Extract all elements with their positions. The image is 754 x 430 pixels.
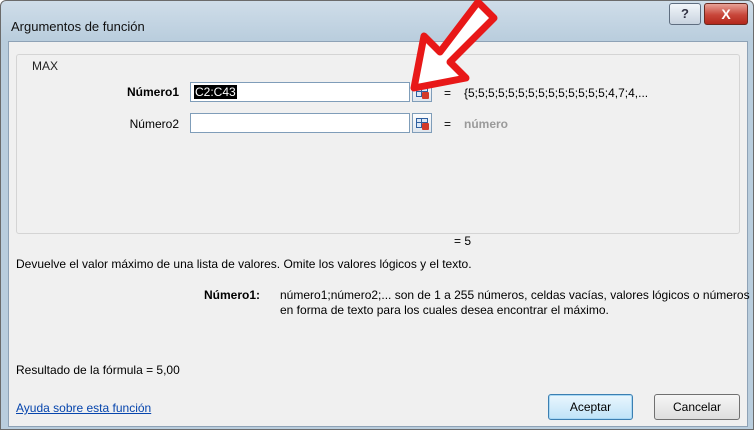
help-button[interactable]: ? (669, 3, 701, 25)
range-select-icon-marker (422, 123, 429, 130)
function-result: = 5 (454, 234, 472, 248)
close-button[interactable]: X (704, 3, 748, 25)
title-bar[interactable]: Argumentos de función ? X (1, 1, 753, 41)
formula-result: Resultado de la fórmula = 5,00 (16, 363, 180, 377)
argument-help-text: número1;número2;... son de 1 a 255 númer… (280, 288, 750, 317)
numero1-value: C2:C43 (194, 85, 237, 99)
function-name: MAX (32, 59, 59, 73)
numero2-input[interactable] (190, 113, 410, 133)
cancel-button[interactable]: Cancelar (654, 394, 740, 420)
argument-help-label: Número1: (204, 288, 261, 302)
annotation-arrow-icon (410, 0, 498, 92)
argument-label-numero1: Número1 (126, 85, 179, 99)
dialog-body: MAX Número1 C2:C43 = {5;5;5;5;5;5;5;5;5;… (8, 41, 750, 427)
function-help-link[interactable]: Ayuda sobre esta función (16, 401, 151, 415)
function-description: Devuelve el valor máximo de una lista de… (16, 257, 472, 271)
numero1-input[interactable]: C2:C43 (190, 82, 410, 102)
dialog-title: Argumentos de función (11, 19, 145, 34)
argument-label-numero2: Número2 (129, 117, 179, 131)
function-arguments-dialog: Argumentos de función ? X MAX Número1 C2… (0, 0, 754, 430)
accept-button[interactable]: Aceptar (548, 394, 633, 420)
arguments-group (16, 54, 740, 234)
